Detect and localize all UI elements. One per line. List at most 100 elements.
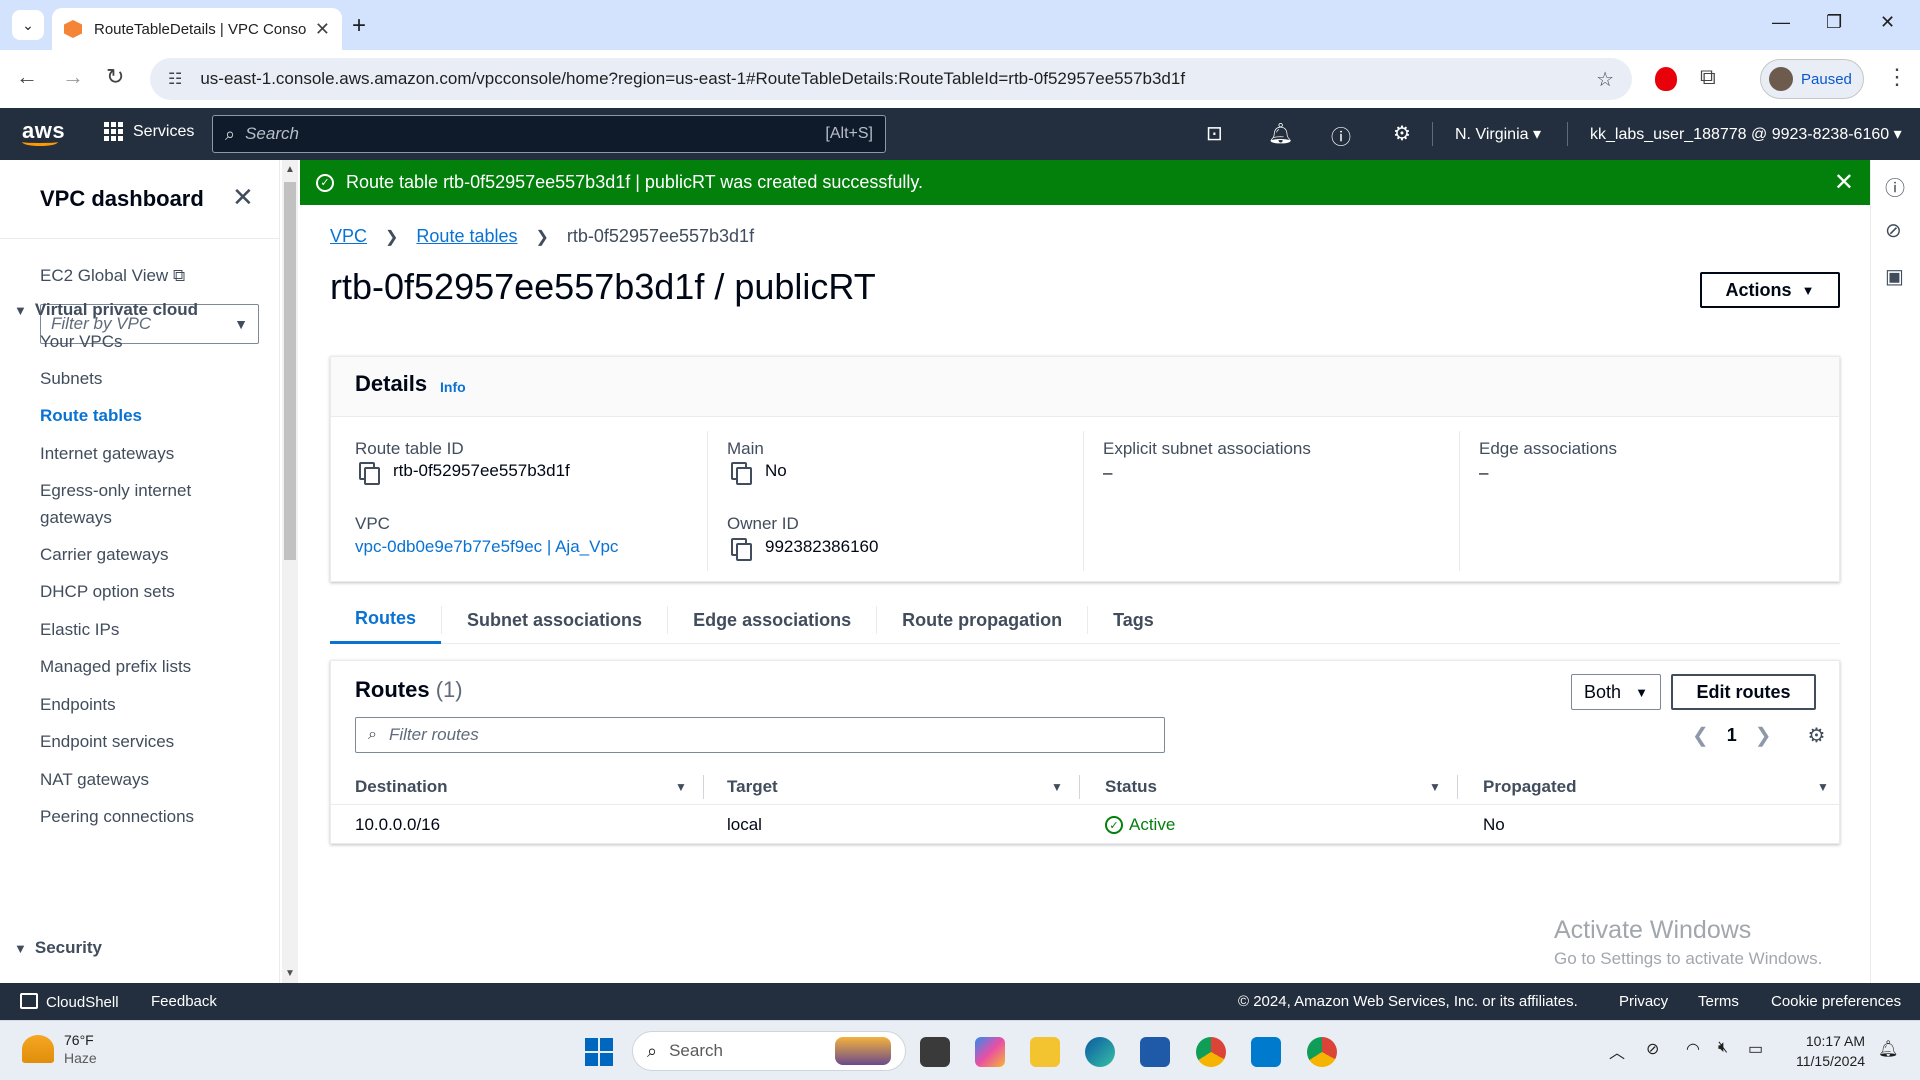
tray-overflow-icon[interactable]: ︿: [1609, 1039, 1625, 1063]
sort-caret-icon[interactable]: ▼: [1817, 780, 1829, 794]
sidebar-item-subnets[interactable]: Subnets: [40, 365, 240, 392]
breadcrumb-vpc[interactable]: VPC: [330, 226, 367, 247]
region-selector[interactable]: N. Virginia ▾: [1455, 124, 1541, 144]
url-text[interactable]: us-east-1.console.aws.amazon.com/vpccons…: [200, 69, 1596, 89]
tutorial-icon[interactable]: ⊘: [1885, 218, 1902, 243]
tab-tags[interactable]: Tags: [1088, 600, 1179, 640]
sidebar-item-elastic-ips[interactable]: Elastic IPs: [40, 616, 240, 643]
edit-routes-button[interactable]: Edit routes: [1671, 674, 1816, 710]
cloudshell-button[interactable]: CloudShell: [20, 993, 119, 1011]
actions-button[interactable]: Actions ▼: [1700, 272, 1840, 308]
route-filter-select[interactable]: Both ▼: [1571, 674, 1661, 710]
sidebar-item-dhcp-option-sets[interactable]: DHCP option sets: [40, 578, 240, 605]
services-menu[interactable]: Services: [104, 122, 194, 141]
vscode-icon[interactable]: [1251, 1037, 1281, 1067]
aws-search-input[interactable]: ⌕ Search [Alt+S]: [212, 115, 886, 153]
scroll-up-icon[interactable]: ▲: [285, 164, 295, 175]
sidebar-item-nat-gateways[interactable]: NAT gateways: [40, 766, 240, 793]
sidebar-item-endpoint-services[interactable]: Endpoint services: [40, 728, 240, 755]
dismiss-flash-icon[interactable]: ✕: [1834, 168, 1854, 197]
feedback-panel-icon[interactable]: ▣: [1885, 264, 1904, 289]
back-button[interactable]: ←: [16, 64, 38, 90]
network-status-icon[interactable]: ⊘: [1646, 1039, 1659, 1059]
copilot-icon[interactable]: [975, 1037, 1005, 1067]
close-sidebar-icon[interactable]: ✕: [232, 182, 254, 213]
sidebar-item-endpoints[interactable]: Endpoints: [40, 691, 240, 718]
sidebar-item-egress-only-internet-gateways[interactable]: Egress-only internet gateways: [40, 477, 240, 531]
account-menu[interactable]: kk_labs_user_188778 @ 9923-8238-6160 ▾: [1590, 124, 1902, 144]
info-link[interactable]: Info: [440, 379, 466, 395]
column-resizer[interactable]: [1457, 775, 1458, 799]
profile-button[interactable]: Paused: [1760, 59, 1864, 99]
table-preferences-gear-icon[interactable]: ⚙: [1808, 723, 1826, 748]
breadcrumb-route-tables[interactable]: Route tables: [416, 226, 517, 247]
scrollbar-thumb[interactable]: [284, 182, 296, 560]
filter-routes-input[interactable]: ⌕ Filter routes: [355, 717, 1165, 753]
weather-widget[interactable]: 76°F Haze: [22, 1031, 97, 1067]
privacy-link[interactable]: Privacy: [1619, 993, 1668, 1010]
copy-icon[interactable]: [731, 538, 752, 561]
terms-link[interactable]: Terms: [1698, 993, 1739, 1010]
info-panel-icon[interactable]: ⓘ: [1885, 172, 1905, 201]
section-virtual-private-cloud[interactable]: ▼ Virtual private cloud: [14, 300, 198, 320]
address-bar[interactable]: ☷ us-east-1.console.aws.amazon.com/vpcco…: [150, 58, 1632, 100]
sidebar-item-carrier-gateways[interactable]: Carrier gateways: [40, 541, 240, 568]
windows-start-icon[interactable]: [585, 1038, 613, 1066]
taskbar-search[interactable]: ⌕ Search: [632, 1031, 906, 1071]
vpc-link[interactable]: vpc-0db0e9e7b77e5f9ec | Aja_Vpc: [355, 537, 618, 557]
forward-button[interactable]: →: [62, 64, 84, 90]
tab-routes[interactable]: Routes: [330, 600, 442, 644]
sidebar-item-internet-gateways[interactable]: Internet gateways: [40, 440, 240, 467]
sidebar-item-managed-prefix-lists[interactable]: Managed prefix lists: [40, 653, 240, 680]
task-view-icon[interactable]: [920, 1037, 950, 1067]
cloudshell-icon[interactable]: ⊡: [1206, 121, 1223, 146]
column-propagated[interactable]: Propagated ▼: [1483, 769, 1833, 805]
file-explorer-icon[interactable]: [1030, 1037, 1060, 1067]
previous-page-icon[interactable]: ❮: [1692, 723, 1709, 748]
column-target[interactable]: Target ▼: [727, 769, 1104, 805]
notification-bell-icon[interactable]: 🔔︎: [1878, 1039, 1898, 1059]
sidebar-item-peering-connections[interactable]: Peering connections: [40, 803, 240, 830]
aws-logo[interactable]: aws: [22, 118, 65, 146]
feedback-link[interactable]: Feedback: [151, 993, 217, 1010]
edge-icon[interactable]: [1085, 1037, 1115, 1067]
ec2-global-view-link[interactable]: EC2 Global View ⧉: [40, 266, 185, 286]
extensions-puzzle-icon[interactable]: ⧉: [1700, 64, 1716, 90]
reload-button[interactable]: ↻: [106, 64, 124, 90]
column-status[interactable]: Status ▼: [1105, 769, 1482, 805]
store-icon[interactable]: [1140, 1037, 1170, 1067]
battery-icon[interactable]: ▭: [1748, 1039, 1763, 1059]
chrome-active-icon[interactable]: [1307, 1037, 1337, 1067]
current-page[interactable]: 1: [1727, 725, 1737, 746]
tab-edge-associations[interactable]: Edge associations: [668, 600, 876, 640]
help-icon[interactable]: ⓘ: [1331, 121, 1351, 150]
close-window-button[interactable]: ✕: [1880, 12, 1895, 33]
browser-tab[interactable]: RouteTableDetails | VPC Console ✕: [52, 8, 342, 50]
sort-caret-icon[interactable]: ▼: [675, 780, 687, 794]
notifications-bell-icon[interactable]: 🔔︎: [1268, 121, 1293, 146]
system-clock[interactable]: 10:17 AM 11/15/2024: [1796, 1031, 1865, 1071]
copy-icon[interactable]: [731, 462, 752, 485]
extension-icon[interactable]: [1655, 67, 1677, 91]
next-page-icon[interactable]: ❯: [1755, 723, 1772, 748]
settings-gear-icon[interactable]: ⚙: [1393, 121, 1411, 146]
tab-subnet-associations[interactable]: Subnet associations: [442, 600, 667, 640]
site-info-icon[interactable]: ☷: [168, 69, 182, 89]
scroll-down-icon[interactable]: ▼: [285, 968, 295, 979]
sort-caret-icon[interactable]: ▼: [1051, 780, 1063, 794]
sidebar-title[interactable]: VPC dashboard: [40, 186, 204, 212]
tab-close-icon[interactable]: ✕: [315, 19, 330, 40]
sort-caret-icon[interactable]: ▼: [1429, 780, 1441, 794]
sidebar-scrollbar[interactable]: ▲ ▼: [282, 160, 298, 983]
minimize-button[interactable]: —: [1772, 12, 1790, 33]
chrome-icon[interactable]: [1196, 1037, 1226, 1067]
sidebar-item-route-tables[interactable]: Route tables: [40, 402, 240, 429]
volume-muted-icon[interactable]: 🔇︎: [1718, 1039, 1728, 1057]
new-tab-button[interactable]: +: [352, 12, 366, 40]
column-destination[interactable]: Destination ▼: [355, 769, 705, 805]
bookmark-star-icon[interactable]: ☆: [1596, 67, 1614, 92]
table-row[interactable]: 10.0.0.0/16 local ✓ Active No: [331, 805, 1839, 845]
chrome-menu-icon[interactable]: ⋮: [1886, 64, 1908, 90]
tab-search-button[interactable]: ⌄: [12, 10, 44, 40]
column-resizer[interactable]: [703, 775, 704, 799]
